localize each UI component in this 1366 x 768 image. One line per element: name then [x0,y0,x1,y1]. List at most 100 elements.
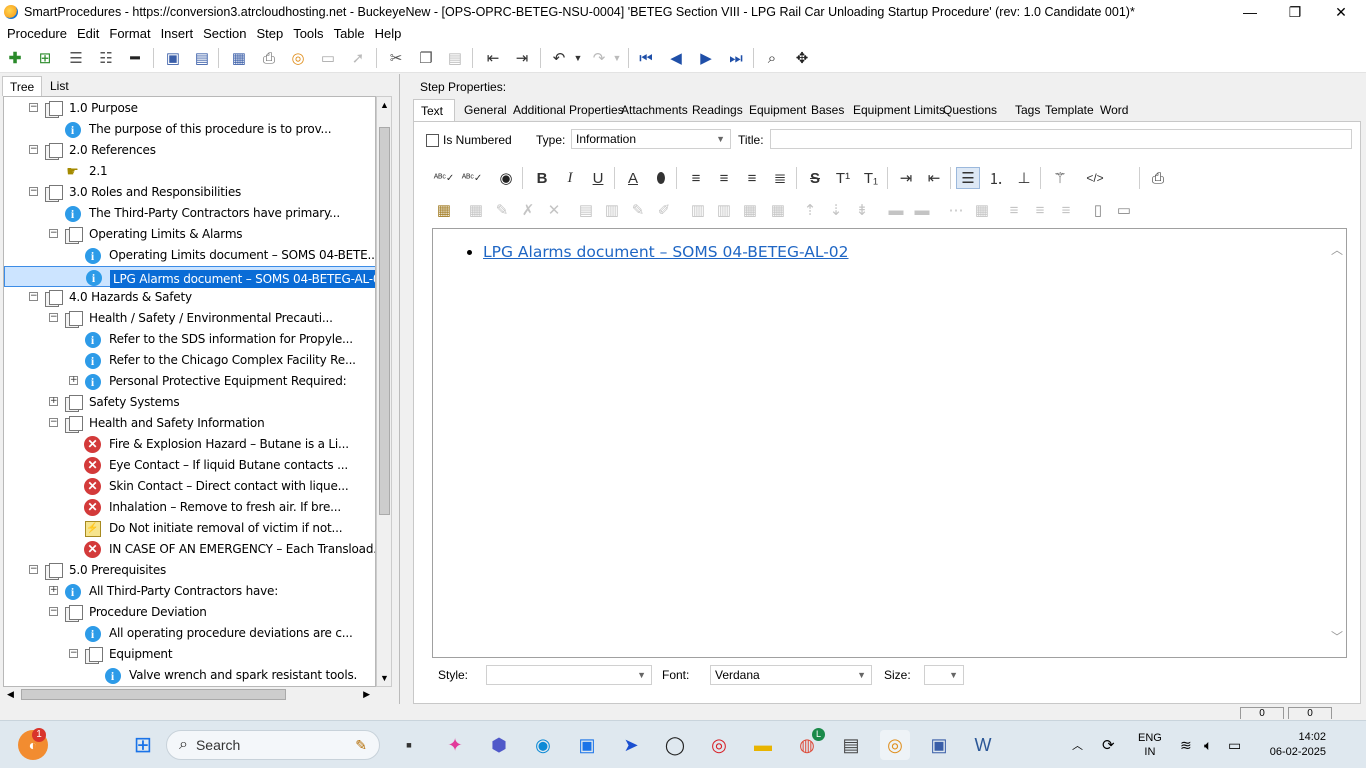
fill-color-icon[interactable]: ⬮ [649,167,673,189]
collapse-icon[interactable]: ☰ [65,48,87,68]
battery-icon[interactable]: ▭ [1228,721,1241,768]
maximize-button[interactable]: ❐ [1272,0,1318,24]
step-text-editor[interactable]: LPG Alarms document – SOMS 04-BETEG-AL-0… [432,228,1347,658]
tree-item[interactable]: − 5.0 Prerequisites [4,560,375,581]
language-indicator[interactable]: ENG IN [1138,721,1162,768]
move-icon[interactable]: ✥ [791,48,813,68]
redo-format-icon[interactable]: ➚ [347,48,369,68]
spellcheck-abc-icon[interactable]: ᴬᴮᶜ✓ [432,167,456,189]
tree-item[interactable]: ✕ Skin Contact – Direct contact with liqu… [4,476,375,497]
menu-table[interactable]: Table [329,26,370,41]
menu-procedure[interactable]: Procedure [2,26,72,41]
start-button-icon[interactable]: ⊞ [128,730,158,760]
table-props-icon[interactable]: ▦ [464,199,488,221]
collapse-toggle-icon[interactable]: − [29,145,38,154]
align-center-icon[interactable]: ≡ [712,167,736,189]
print-preview-icon[interactable]: ⎙ [1146,167,1170,189]
tab-bases[interactable]: Bases [804,99,851,121]
tree-item[interactable]: ✕ Fire & Explosion Hazard – Butane is a L… [4,434,375,455]
expand-toggle-icon[interactable]: + [69,376,78,385]
collapse-toggle-icon[interactable]: − [49,229,58,238]
expand-icon[interactable]: ☷ [95,48,117,68]
insert-row-above-icon[interactable]: ⇡ [798,199,822,221]
clock[interactable]: 14:02 06-02-2025 [1258,721,1326,768]
remove-icon[interactable]: ━ [124,48,146,68]
italic-icon[interactable]: I [558,167,582,189]
font-color-icon[interactable]: A [621,167,645,189]
collapse-toggle-icon[interactable]: − [29,565,38,574]
cell-edit-icon[interactable]: ▥ [600,199,624,221]
border-icon[interactable]: ⋯ [944,199,968,221]
tree-item[interactable]: i LPG Alarms document – SOMS 04-BETEG-AL-… [4,266,375,288]
edge-icon[interactable]: ◉ [528,730,558,760]
spellcheck-auto-icon[interactable]: ᴬᴮᶜ✓ [460,167,484,189]
menu-edit[interactable]: Edit [72,26,104,41]
add-step-icon[interactable]: ✚ [4,48,26,68]
tab-word[interactable]: Word [1093,99,1135,121]
cell-props-icon[interactable]: ▤ [574,199,598,221]
underline-icon[interactable]: U [586,167,610,189]
tree-item[interactable]: − Health and Safety Information [4,413,375,434]
vertical-bar-icon[interactable]: ▯ [1086,199,1110,221]
editor-link[interactable]: LPG Alarms document – SOMS 04-BETEG-AL-0… [483,243,849,261]
save-icon[interactable]: ▤ [191,48,213,68]
file-explorer-icon[interactable]: ▬ [748,730,778,760]
source-icon[interactable]: ◉ [494,167,518,189]
wifi-icon[interactable]: ≋ [1180,721,1192,768]
tree-item[interactable]: ⚡ Do Not initiate removal of victim if no… [4,518,375,539]
tree-item[interactable]: i The purpose of this procedure is to pro… [4,119,375,140]
expand-toggle-icon[interactable]: + [49,397,58,406]
save-all-icon[interactable]: ▣ [162,48,184,68]
increase-indent-icon[interactable]: ⇥ [894,167,918,189]
tree-item[interactable]: + i Personal Protective Equipment Required… [4,371,375,392]
redo-dropdown-icon[interactable]: ▼ [606,48,628,68]
tab-template[interactable]: Template [1038,99,1101,121]
insert-row-below-icon[interactable]: ⇣ [824,199,848,221]
dell-icon[interactable]: ◯ [660,730,690,760]
table-remove-icon[interactable]: ✕ [542,199,566,221]
spellcheck-icon[interactable]: ◎ [287,48,309,68]
opera-icon[interactable]: ◎ [704,730,734,760]
cut-icon[interactable]: ✂ [385,48,407,68]
cell-align-left-icon[interactable]: ≡ [1002,199,1026,221]
app-arrow-icon[interactable]: ➤ [616,730,646,760]
html-code-icon[interactable]: </> [1083,167,1107,189]
font-dropdown[interactable]: Verdana ▼ [710,665,872,685]
collapse-toggle-icon[interactable]: − [49,418,58,427]
minimize-button[interactable]: — [1227,0,1273,24]
publish-icon[interactable]: ▦ [228,48,250,68]
tab-text[interactable]: Text [413,99,455,121]
cell-align-right-icon[interactable]: ≡ [1054,199,1078,221]
merge-row-icon[interactable]: ▬ [910,199,934,221]
word-icon[interactable]: W [968,730,998,760]
cell-pen-icon[interactable]: ✎ [626,199,650,221]
horizontal-rule-icon[interactable]: ⊥ [1012,167,1036,189]
indent-icon[interactable]: ⇥ [511,48,533,68]
tree-item[interactable]: − Procedure Deviation [4,602,375,623]
editor-scroll-down-icon[interactable]: ﹀ [1331,628,1343,645]
tab-attachments[interactable]: Attachments [614,99,695,121]
task-view-icon[interactable]: ▪ [394,730,424,760]
scroll-down-icon[interactable]: ▼ [380,673,389,683]
tree-item[interactable]: − Health / Safety / Environmental Precaut… [4,308,375,329]
justify-icon[interactable]: ≣ [768,167,792,189]
tree-item[interactable]: i Operating Limits document – SOMS 04-BET… [4,245,375,266]
tree-item[interactable]: + Safety Systems [4,392,375,413]
menu-format[interactable]: Format [104,26,155,41]
network-status-icon[interactable]: ⟳ [1102,721,1115,768]
tab-readings[interactable]: Readings [685,99,750,121]
tab-tree[interactable]: Tree [2,76,43,96]
superscript-icon[interactable]: T¹ [831,167,855,189]
tab-additional-properties[interactable]: Additional Properties [506,99,631,121]
paste-icon[interactable]: ▤ [444,48,466,68]
add-substep-icon[interactable]: ⊞ [34,48,56,68]
cell-align-center-icon[interactable]: ≡ [1028,199,1052,221]
delete-row-icon[interactable]: ⇟ [850,199,874,221]
menu-tools[interactable]: Tools [288,26,328,41]
tree-item[interactable]: + i All Third-Party Contractors have: [4,581,375,602]
insert-col-right-icon[interactable]: ▥ [712,199,736,221]
tab-questions[interactable]: Questions [936,99,1004,121]
copy-icon[interactable]: ❐ [415,48,437,68]
scrollbar-thumb[interactable] [379,127,390,515]
scroll-left-icon[interactable]: ◀ [7,689,14,700]
